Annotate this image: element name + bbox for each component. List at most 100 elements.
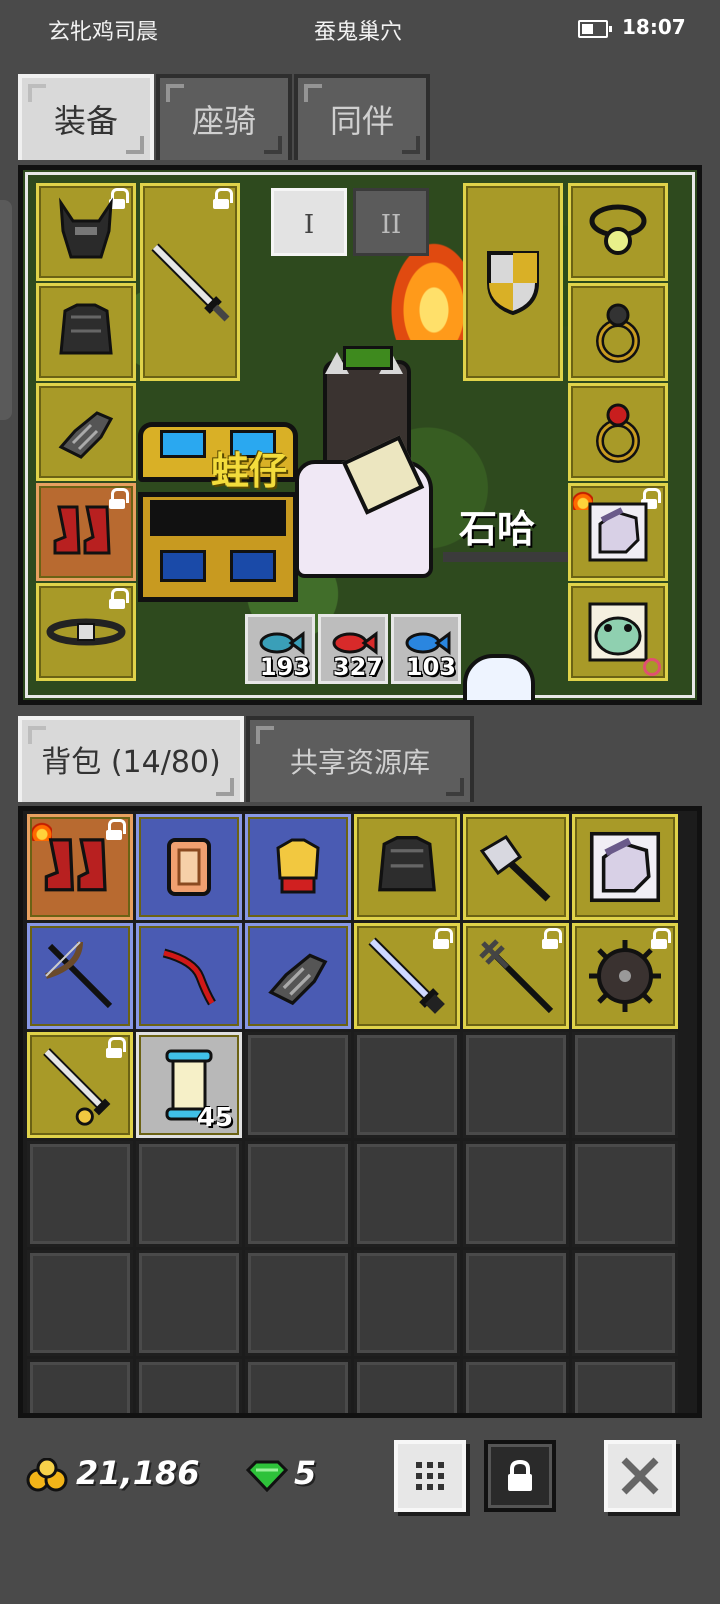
tab-corner-decoration xyxy=(256,726,274,744)
tab-label: 同伴 xyxy=(329,102,394,140)
tab-label: 装备 xyxy=(53,102,118,140)
inventory-slot-empty[interactable] xyxy=(136,1141,242,1247)
inventory-slot-empty[interactable] xyxy=(354,1141,460,1247)
sword-icon xyxy=(43,1048,111,1126)
inventory-slot-empty[interactable] xyxy=(27,1141,133,1247)
helmet-slot[interactable] xyxy=(36,183,136,281)
tab-backpack[interactable]: 背包 (14/80) xyxy=(18,716,244,802)
side-handle[interactable] xyxy=(0,200,12,420)
tab-corner-decoration xyxy=(126,136,144,154)
grid-view-button[interactable] xyxy=(394,1440,466,1512)
close-button[interactable] xyxy=(604,1440,676,1512)
inventory-slot-empty[interactable] xyxy=(245,1032,351,1138)
weapon-slot[interactable] xyxy=(140,183,240,381)
tab-mount[interactable]: 座骑 xyxy=(156,74,292,160)
inventory-slot-empty[interactable] xyxy=(27,1250,133,1356)
close-icon xyxy=(621,1457,659,1495)
axe-icon xyxy=(479,835,551,902)
lock-mode-button[interactable] xyxy=(484,1440,556,1512)
offhand-slot[interactable] xyxy=(463,183,563,381)
red-bow-icon xyxy=(162,948,216,1006)
gem-amount: 5 xyxy=(294,1454,317,1492)
inventory-slot-empty[interactable] xyxy=(572,1032,678,1138)
inventory-slot[interactable] xyxy=(245,814,351,920)
tab-corner-decoration xyxy=(216,778,234,796)
pet-card-slot[interactable] xyxy=(568,583,668,681)
tab-label: 座骑 xyxy=(191,102,256,140)
gold-amount: 21,186 xyxy=(76,1454,200,1492)
inventory-slot-empty[interactable] xyxy=(354,1250,460,1356)
inventory-slot-empty[interactable] xyxy=(463,1141,569,1247)
red-boots-icon xyxy=(53,505,111,555)
red-boots-icon xyxy=(44,838,107,892)
armor-slot[interactable] xyxy=(36,283,136,381)
crossbow-icon xyxy=(45,941,113,1009)
inventory-slot-empty[interactable] xyxy=(572,1359,678,1413)
tab-equipment[interactable]: 装备 xyxy=(18,74,154,160)
inventory-slot-empty[interactable] xyxy=(463,1032,569,1138)
inventory-slot-empty[interactable] xyxy=(354,1032,460,1138)
ring-slot-1[interactable] xyxy=(568,283,668,381)
inventory-slot[interactable] xyxy=(463,923,569,1029)
amulet-slot[interactable] xyxy=(568,183,668,281)
tab-companion[interactable]: 同伴 xyxy=(294,74,430,160)
resource-slot[interactable]: 327 xyxy=(318,614,388,684)
inventory-slot-empty[interactable] xyxy=(572,1250,678,1356)
inventory-slot-empty[interactable] xyxy=(572,1141,678,1247)
amulet-icon xyxy=(589,204,647,255)
inventory-slot-empty[interactable] xyxy=(463,1359,569,1413)
pet-name-label: 蛙仔 xyxy=(211,449,288,493)
inventory-slot-empty[interactable] xyxy=(245,1359,351,1413)
equipment-panel: 蛙仔 石哈 I II 193 327 103 xyxy=(18,165,702,705)
ruby-ring-icon xyxy=(596,403,640,463)
inventory-slot-empty[interactable] xyxy=(463,1250,569,1356)
inventory-slot[interactable] xyxy=(136,814,242,920)
gem-icon xyxy=(246,1460,288,1492)
inventory-slot[interactable] xyxy=(354,814,460,920)
tab-shared-storage[interactable]: 共享资源库 xyxy=(246,716,474,802)
ghost-sprite xyxy=(463,654,535,700)
inventory-slot-empty[interactable] xyxy=(245,1141,351,1247)
battery-icon xyxy=(578,20,612,38)
gold-coins-icon xyxy=(26,1458,68,1492)
resource-slot[interactable]: 193 xyxy=(245,614,315,684)
inventory-slot-empty[interactable] xyxy=(136,1250,242,1356)
spiked-shield-icon xyxy=(589,940,661,1012)
inventory-slot-empty[interactable] xyxy=(354,1359,460,1413)
inventory-slot[interactable] xyxy=(354,923,460,1029)
inventory-slot[interactable] xyxy=(463,814,569,920)
boots-slot[interactable] xyxy=(36,483,136,581)
lock-icon xyxy=(109,588,129,609)
inventory-slot-empty[interactable] xyxy=(245,1250,351,1356)
gloves-slot[interactable] xyxy=(36,383,136,481)
mount-card-slot[interactable] xyxy=(568,483,668,581)
inventory-slot[interactable] xyxy=(27,1032,133,1138)
inventory-slot-empty[interactable] xyxy=(136,1359,242,1413)
sword-icon xyxy=(151,243,230,322)
inventory-slot[interactable] xyxy=(136,923,242,1029)
belt-icon xyxy=(46,618,126,646)
inventory-slot-empty[interactable] xyxy=(27,1359,133,1413)
gauntlet-icon xyxy=(268,953,328,1006)
inventory-slot[interactable] xyxy=(572,923,678,1029)
tab-set-1[interactable]: I xyxy=(271,188,347,256)
inventory-slot[interactable] xyxy=(27,923,133,1029)
character-sprite[interactable] xyxy=(295,346,435,580)
inventory-slot[interactable] xyxy=(27,814,133,920)
inventory-slot[interactable] xyxy=(245,923,351,1029)
dark-armor-icon xyxy=(378,836,436,892)
inventory-slot[interactable]: 45 xyxy=(136,1032,242,1138)
resource-slot[interactable]: 103 xyxy=(391,614,461,684)
ring-slot-2[interactable] xyxy=(568,383,668,481)
tab-corner-decoration xyxy=(446,778,464,796)
inventory-slot[interactable] xyxy=(572,814,678,920)
belt-slot[interactable] xyxy=(36,583,136,681)
player-name: 玄牝鸡司晨 xyxy=(48,20,159,45)
tab-set-2[interactable]: II xyxy=(353,188,429,256)
tab-label: 背包 (14/80) xyxy=(41,745,221,780)
gender-icon xyxy=(643,658,661,676)
horned-helmet-icon xyxy=(59,197,113,259)
greatsword-icon xyxy=(368,937,445,1014)
resource-count: 327 xyxy=(332,653,383,681)
resource-count: 103 xyxy=(405,653,456,681)
